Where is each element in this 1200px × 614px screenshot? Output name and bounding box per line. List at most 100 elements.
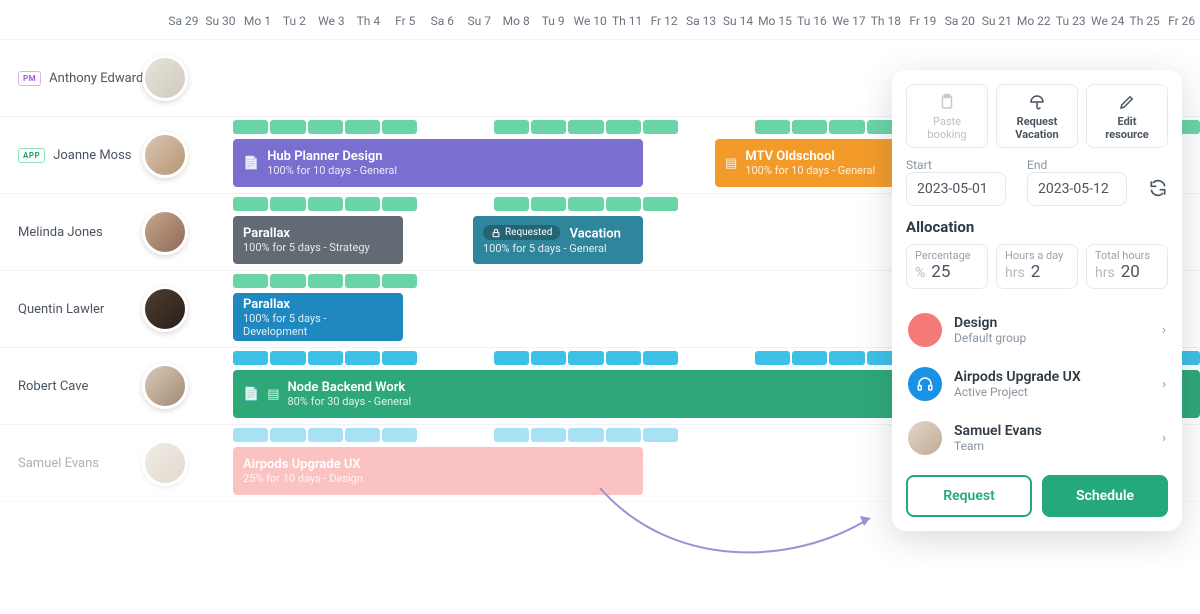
role-badge: PM: [18, 71, 41, 86]
avatar: [142, 363, 188, 409]
note-icon: 📄: [243, 387, 259, 402]
date-header: Sa 29 Su 30 Mo 1 Tu 2 We 3 Th 4 Fr 5 Sa …: [0, 0, 1200, 40]
total-hours-input[interactable]: Total hours hrs20: [1086, 244, 1168, 289]
group-row[interactable]: Design Default group ›: [906, 303, 1168, 357]
avatar: [142, 209, 188, 255]
date-col: Fr 5: [387, 0, 424, 39]
task-bar-vacation[interactable]: Requested Vacation 100% for 5 days - Gen…: [473, 216, 643, 264]
date-col: Su 21: [978, 0, 1015, 39]
avatar: [142, 286, 188, 332]
task-bar-parallax-strategy[interactable]: Parallax 100% for 5 days - Strategy: [233, 216, 403, 264]
date-col: Mo 22: [1015, 0, 1052, 39]
date-col: Sa 6: [424, 0, 461, 39]
resource-name: Quentin Lawler: [18, 302, 104, 317]
date-col: Tu 9: [535, 0, 572, 39]
date-col: Mo 8: [498, 0, 535, 39]
avatar: [142, 132, 188, 178]
resource-name: Melinda Jones: [18, 225, 103, 240]
task-title: Hub Planner Design: [267, 149, 382, 164]
task-subtitle: 100% for 10 days - General: [745, 164, 875, 177]
resource-cell[interactable]: Quentin Lawler: [0, 271, 165, 347]
task-title: Node Backend Work: [287, 380, 405, 395]
resource-cell[interactable]: Melinda Jones: [0, 194, 165, 270]
date-col: Su 7: [461, 0, 498, 39]
headphones-icon: [908, 367, 942, 401]
request-button[interactable]: Request: [906, 475, 1032, 517]
chevron-right-icon: ›: [1162, 323, 1166, 338]
date-col: Mo 1: [239, 0, 276, 39]
date-col: Sa 29: [165, 0, 202, 39]
sync-icon: [1148, 178, 1168, 198]
resource-name: Robert Cave: [18, 379, 88, 394]
resource-name: Anthony Edwards: [49, 71, 150, 86]
date-col: Fr 12: [646, 0, 683, 39]
list-icon: ▤: [725, 156, 737, 171]
paste-booking-button[interactable]: Pastebooking: [906, 84, 988, 148]
role-badge: APP: [18, 148, 45, 163]
resource-name: Samuel Evans: [18, 456, 99, 471]
task-bar-hub-planner[interactable]: 📄 Hub Planner Design 100% for 10 days - …: [233, 139, 643, 187]
date-col: Sa 20: [941, 0, 978, 39]
date-col: Fr 26: [1163, 0, 1200, 39]
date-col: Sa 13: [683, 0, 720, 39]
booking-panel: Pastebooking RequestVacation Editresourc…: [892, 70, 1182, 531]
edit-resource-button[interactable]: Editresource: [1086, 84, 1168, 148]
task-title: Vacation: [570, 227, 621, 242]
avatar: [908, 421, 942, 455]
percentage-input[interactable]: Percentage %25: [906, 244, 988, 289]
resource-cell[interactable]: Samuel Evans: [0, 425, 165, 501]
task-title: Parallax: [243, 297, 290, 312]
task-title: Airpods Upgrade UX: [243, 457, 361, 472]
date-col: Th 4: [350, 0, 387, 39]
task-subtitle: 25% for 10 days - Design: [243, 472, 363, 485]
avatar: [142, 440, 188, 486]
color-dot-icon: [908, 313, 942, 347]
task-bar-parallax-dev[interactable]: Parallax 100% for 5 days - Development: [233, 293, 403, 341]
pencil-icon: [1118, 93, 1136, 111]
person-row[interactable]: Samuel Evans Team ›: [906, 411, 1168, 465]
schedule-button[interactable]: Schedule: [1042, 475, 1168, 517]
start-date-label: Start: [906, 158, 1017, 172]
group-subtitle: Default group: [954, 331, 1026, 345]
date-col: Tu 16: [793, 0, 830, 39]
avatar: [142, 55, 188, 101]
project-name: Airpods Upgrade UX: [954, 369, 1081, 385]
task-title: Parallax: [243, 226, 290, 241]
swap-dates-button[interactable]: [1148, 162, 1168, 202]
list-icon: ▤: [267, 387, 279, 402]
task-subtitle: 100% for 5 days - Strategy: [243, 241, 370, 254]
task-title: MTV Oldschool: [745, 149, 834, 164]
hours-a-day-input[interactable]: Hours a day hrs2: [996, 244, 1078, 289]
date-col: We 24: [1089, 0, 1126, 39]
end-date-input[interactable]: 2023-05-12: [1027, 172, 1127, 206]
date-col: Su 30: [202, 0, 239, 39]
date-col: Th 25: [1126, 0, 1163, 39]
note-icon: 📄: [243, 156, 259, 171]
date-col: Su 14: [720, 0, 757, 39]
date-col: We 3: [313, 0, 350, 39]
task-subtitle: 100% for 5 days - Development: [243, 312, 393, 338]
chevron-right-icon: ›: [1162, 377, 1166, 392]
start-date-input[interactable]: 2023-05-01: [906, 172, 1006, 206]
group-name: Design: [954, 315, 1026, 331]
task-bar-airpods[interactable]: Airpods Upgrade UX 25% for 10 days - Des…: [233, 447, 643, 495]
task-subtitle: 100% for 5 days - General: [483, 242, 621, 255]
resource-cell[interactable]: Robert Cave: [0, 348, 165, 424]
request-vacation-button[interactable]: RequestVacation: [996, 84, 1078, 148]
date-col: Tu 2: [276, 0, 313, 39]
lock-icon: [491, 228, 501, 238]
task-subtitle: 100% for 10 days - General: [267, 164, 397, 177]
resource-cell[interactable]: PM Anthony Edwards: [0, 40, 165, 116]
date-col: Th 11: [609, 0, 646, 39]
allocation-title: Allocation: [906, 218, 1168, 236]
date-col: We 10: [572, 0, 609, 39]
requested-badge: Requested: [483, 225, 560, 240]
resource-name: Joanne Moss: [53, 148, 131, 163]
date-col: Fr 19: [904, 0, 941, 39]
date-col: Mo 15: [757, 0, 794, 39]
umbrella-icon: [1028, 93, 1046, 111]
task-subtitle: 80% for 30 days - General: [287, 395, 411, 408]
person-name: Samuel Evans: [954, 423, 1042, 439]
resource-cell[interactable]: APP Joanne Moss: [0, 117, 165, 193]
project-row[interactable]: Airpods Upgrade UX Active Project ›: [906, 357, 1168, 411]
